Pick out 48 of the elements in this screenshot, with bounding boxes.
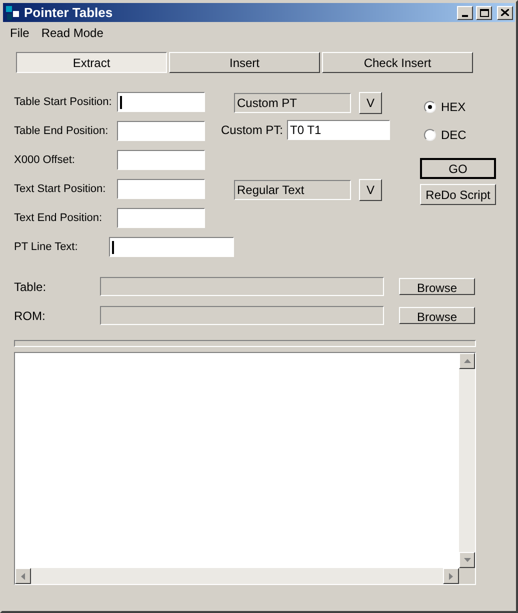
scroll-up-icon	[464, 359, 470, 363]
menu-item[interactable]: Read Mode	[41, 24, 104, 42]
close-icon	[501, 9, 509, 16]
input-field[interactable]	[117, 150, 205, 170]
action-button[interactable]: GO	[420, 158, 496, 179]
input-field[interactable]	[117, 179, 205, 199]
input-field[interactable]	[117, 92, 205, 112]
dropdown-button[interactable]: V	[359, 179, 382, 201]
scroll-down-icon	[464, 558, 470, 562]
dropdown-button[interactable]: V	[359, 92, 382, 114]
input-field[interactable]	[108, 237, 234, 257]
maximize-button[interactable]	[476, 6, 492, 20]
minimize-button[interactable]	[457, 6, 473, 20]
field-label: Custom PT:	[221, 122, 284, 139]
horizontal-scrollbar[interactable]	[15, 568, 459, 584]
tab[interactable]: Check Insert	[322, 52, 473, 73]
browse-button[interactable]: Browse	[399, 307, 475, 324]
scroll-right-icon	[449, 572, 453, 580]
field-label: Text End Position:	[14, 210, 104, 226]
radio-button[interactable]	[424, 129, 436, 141]
field-label: ROM:	[14, 308, 46, 324]
input-field[interactable]	[117, 208, 205, 228]
tab[interactable]: Insert	[169, 52, 320, 73]
tab[interactable]: Extract	[16, 52, 167, 73]
mode-display: Regular Text	[234, 180, 351, 200]
field-label: PT Line Text:	[14, 240, 79, 255]
app-icon	[5, 4, 21, 20]
field-label: Text Start Position:	[14, 182, 107, 197]
field-label: Table:	[14, 278, 48, 296]
window-title: Pointer Tables	[24, 4, 114, 22]
vertical-scrollbar[interactable]	[459, 353, 475, 568]
field-label: X000 Offset:	[14, 152, 76, 168]
scroll-left-icon	[21, 572, 25, 580]
action-button[interactable]: ReDo Script	[420, 184, 496, 205]
field-label: Table End Position:	[14, 124, 110, 139]
close-button[interactable]	[497, 6, 513, 20]
scrollbar-corner	[459, 568, 475, 584]
text-cursor-icon	[120, 96, 122, 108]
menu-item[interactable]: File	[10, 24, 30, 42]
radio-button[interactable]	[424, 101, 436, 113]
input-field[interactable]	[117, 121, 205, 141]
browse-button[interactable]: Browse	[399, 278, 475, 295]
field-label: Table Start Position:	[14, 94, 113, 110]
radio-label[interactable]: HEX	[441, 98, 466, 116]
mode-display: Custom PT	[234, 93, 351, 113]
input-field[interactable]: T0 T1	[287, 120, 390, 140]
radio-label[interactable]: DEC	[441, 126, 466, 144]
text-cursor-icon	[112, 240, 114, 254]
